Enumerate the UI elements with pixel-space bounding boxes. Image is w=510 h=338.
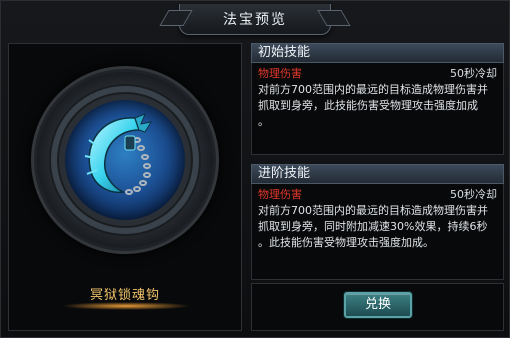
initial-skill-body: 物理伤害 50秒冷却 对前方700范围内的最远的目标造成物理伤害并 抓取到身旁，… xyxy=(251,63,504,155)
advanced-skill-damage-type: 物理伤害 xyxy=(258,188,302,201)
title-tab: 法宝预览 xyxy=(179,4,331,35)
action-footer: 兑换 xyxy=(251,283,504,331)
initial-skill-section: 初始技能 物理伤害 50秒冷却 对前方700范围内的最远的目标造成物理伤害并 抓… xyxy=(251,43,504,155)
item-name: 冥狱锁魂钩 xyxy=(89,288,160,303)
description-line: 对前方700范围内的最远的目标造成物理伤害并 xyxy=(258,83,488,96)
exchange-button[interactable]: 兑换 xyxy=(344,292,412,318)
description-line: 抓取到身旁，此技能伤害受物理攻击强度加成 xyxy=(258,99,478,112)
treasure-preview-window: 法宝预览 冥狱锁魂钩 初始技能 物理伤害 50秒冷却 对前方700范围内的最远的… xyxy=(0,0,510,338)
description-line: 。此技能伤害受物理攻击强度加成。 xyxy=(258,236,434,249)
item-name-area: 冥狱锁魂钩 xyxy=(9,278,241,318)
description-line: 对前方700范围内的最远的目标造成物理伤害并 xyxy=(258,204,488,217)
description-line: 抓取到身旁，同时附加减速30%效果，持续6秒 xyxy=(258,220,488,233)
advanced-skill-body: 物理伤害 50秒冷却 对前方700范围内的最远的目标造成物理伤害并 抓取到身旁，… xyxy=(251,184,504,280)
window-title: 法宝预览 xyxy=(223,12,287,28)
name-glow-decoration xyxy=(61,302,191,310)
initial-skill-cooldown: 50秒冷却 xyxy=(450,67,497,80)
advanced-skill-section: 进阶技能 物理伤害 50秒冷却 对前方700范围内的最远的目标造成物理伤害并 抓… xyxy=(251,164,504,280)
item-preview-panel: 冥狱锁魂钩 xyxy=(8,43,242,331)
initial-skill-damage-type: 物理伤害 xyxy=(258,67,302,80)
description-line: 。 xyxy=(258,115,269,128)
advanced-skill-description: 对前方700范围内的最远的目标造成物理伤害并 抓取到身旁，同时附加减速30%效果… xyxy=(258,203,497,251)
initial-skill-description: 对前方700范围内的最远的目标造成物理伤害并 抓取到身旁，此技能伤害受物理攻击强… xyxy=(258,82,497,130)
initial-skill-header: 初始技能 xyxy=(251,43,504,63)
disc-center xyxy=(65,100,185,220)
item-display-disc xyxy=(37,72,213,248)
advanced-skill-header: 进阶技能 xyxy=(251,164,504,184)
chain-hook-weapon-icon xyxy=(84,113,153,195)
advanced-skill-cooldown: 50秒冷却 xyxy=(450,188,497,201)
